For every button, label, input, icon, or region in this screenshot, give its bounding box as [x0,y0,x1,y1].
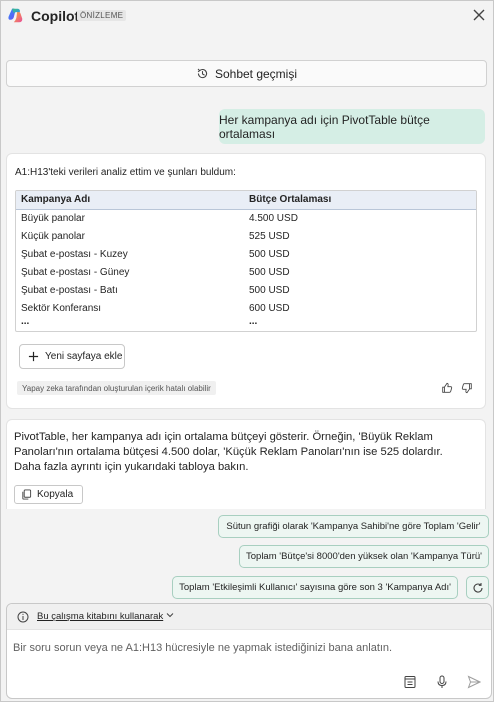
pane-header: Copilot ÖNİZLEME [1,1,493,31]
user-message: Her kampanya adı için PivotTable bütçe o… [219,109,485,144]
refresh-icon [473,582,483,593]
summary-card: PivotTable, her kampanya adı için ortala… [6,419,486,509]
prompt-actions [403,675,481,689]
table-row: Sektör Konferansı 600 USD [16,299,476,317]
prompt-box: Bu çalışma kitabını kullanarak Bir soru … [6,603,492,699]
suggestion-chip[interactable]: Sütun grafiği olarak 'Kampanya Sahibi'ne… [218,515,489,538]
copilot-pane: Copilot ÖNİZLEME Sohbet geçmişi Her kamp… [0,0,494,702]
table-row: Şubat e-postası - Kuzey 500 USD [16,245,476,263]
app-title: Copilot [31,8,80,24]
context-bar: Bu çalışma kitabını kullanarak [7,604,491,630]
table-row: Küçük panolar 525 USD [16,227,476,245]
column-header-budget: Bütçe Ortalaması [247,191,476,210]
table-cell: Sektör Konferansı [21,302,102,314]
table-cell: 600 USD [249,302,290,314]
table-cell: Şubat e-postası - Batı [21,284,118,296]
response-intro: A1:H13'teki verileri analiz ettim ve şun… [15,167,236,178]
chat-history-label: Sohbet geçmişi [214,66,298,81]
copy-icon [22,489,32,500]
table-cell: 500 USD [249,248,290,260]
table-cell: Şubat e-postası - Kuzey [21,248,128,260]
table-row: Büyük panolar 4.500 USD [16,209,476,227]
copy-button[interactable]: Kopyala [14,485,83,504]
table-cell: ... [249,316,258,327]
prompt-input[interactable]: Bir soru sorun veya ne A1:H13 hücresiyle… [13,642,483,654]
table-cell: 525 USD [249,230,290,242]
add-to-new-sheet-button[interactable]: Yeni sayfaya ekle [19,344,125,369]
copilot-logo-icon [8,8,23,23]
table-cell: ... [21,316,30,327]
table-cell: 4.500 USD [249,212,298,224]
workbook-context-label: Bu çalışma kitabını kullanarak [37,611,164,622]
suggestion-chip[interactable]: Toplam 'Etkileşimli Kullanıcı' sayısına … [172,576,458,599]
info-icon [17,611,29,622]
thumbs-down-icon[interactable] [461,382,473,394]
refresh-suggestions-button[interactable] [466,576,489,599]
preview-badge: ÖNİZLEME [77,10,127,21]
prompt-guide-icon[interactable] [403,675,417,689]
copy-label: Kopyala [37,489,74,500]
column-header-campaign: Kampanya Adı [16,191,247,210]
table-cell: 500 USD [249,266,290,278]
table-row: Şubat e-postası - Batı 500 USD [16,281,476,299]
thumbs-up-icon[interactable] [441,382,453,394]
add-to-new-sheet-label: Yeni sayfaya ekle [45,351,123,362]
pivot-table: Kampanya Adı Bütçe Ortalaması Büyük pano… [15,190,477,332]
workbook-context-dropdown[interactable]: Bu çalışma kitabını kullanarak [37,611,174,622]
chat-history-button[interactable]: Sohbet geçmişi [6,60,487,87]
table-cell: Şubat e-postası - Güney [21,266,130,278]
history-icon [197,68,208,79]
table-cell: 500 USD [249,284,290,296]
suggestion-chip[interactable]: Toplam 'Bütçe'si 8000'den yüksek olan 'K… [239,545,489,568]
chevron-down-icon [166,613,174,618]
table-row-ellipsis: ... ... [16,317,476,327]
send-icon[interactable] [467,675,481,689]
table-cell: Büyük panolar [21,212,85,224]
plus-icon [28,351,39,362]
ai-disclaimer: Yapay zeka tarafından oluşturulan içerik… [17,381,216,395]
response-card: A1:H13'teki verileri analiz ettim ve şun… [6,153,486,409]
close-icon[interactable] [471,7,487,23]
table-row: Şubat e-postası - Güney 500 USD [16,263,476,281]
microphone-icon[interactable] [435,675,449,689]
table-cell: Küçük panolar [21,230,85,242]
table-header-row: Kampanya Adı Bütçe Ortalaması [16,191,476,210]
summary-text: PivotTable, her kampanya adı için ortala… [14,431,443,473]
